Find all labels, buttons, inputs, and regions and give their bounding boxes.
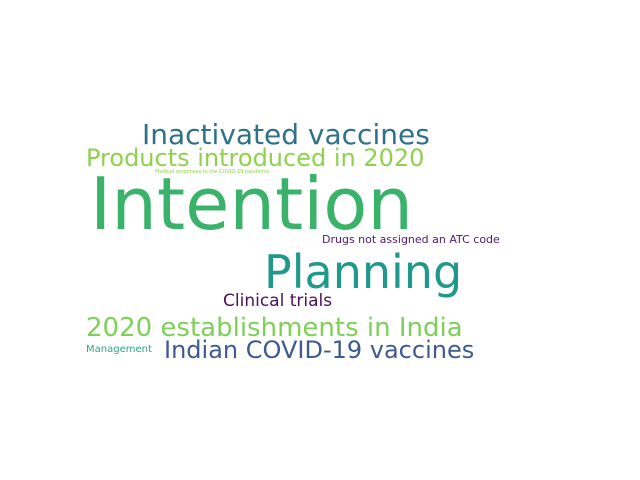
word-management: Management <box>86 344 152 355</box>
word-intention: Intention <box>90 162 413 246</box>
word-cloud: Products introduced in 2020 Inactivated … <box>0 0 640 480</box>
word-drugs-not-assigned-atc-code: Drugs not assigned an ATC code <box>322 233 500 246</box>
word-medical-responses: Medical responses to the COVID-19 pandem… <box>155 169 270 175</box>
word-inactivated-vaccines: Inactivated vaccines <box>142 118 430 151</box>
word-indian-covid-19-vaccines: Indian COVID-19 vaccines <box>164 336 475 364</box>
word-clinical-trials: Clinical trials <box>223 291 333 311</box>
word-planning: Planning <box>264 245 463 299</box>
